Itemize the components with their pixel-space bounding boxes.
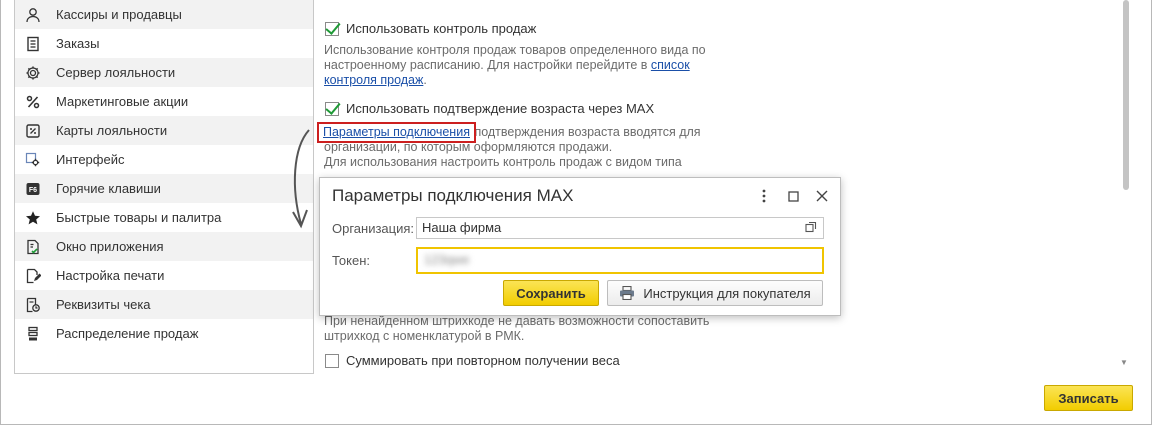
- token-field[interactable]: 123qwe: [416, 247, 824, 274]
- sales-control-checkbox[interactable]: [325, 21, 339, 36]
- age-verification-label: Использовать подтверждение возраста чере…: [346, 101, 655, 116]
- sum-weight-checkbox[interactable]: [325, 353, 339, 368]
- scroll-down-icon[interactable]: ▼: [1120, 358, 1128, 367]
- more-menu-icon[interactable]: [752, 184, 776, 208]
- sales-control-desc-line1: Использование контроля продаж товаров оп…: [324, 43, 706, 57]
- percent-icon: [24, 93, 42, 111]
- sidebar-item-label: Реквизиты чека: [56, 297, 151, 312]
- close-icon[interactable]: [810, 184, 834, 208]
- token-label: Токен:: [332, 253, 371, 268]
- function-key-icon: F6: [24, 180, 42, 198]
- star-icon: [24, 209, 42, 227]
- sidebar-item-label: Карты лояльности: [56, 123, 168, 138]
- sales-control-desc-line2: настроенному расписанию. Для настройки п…: [324, 58, 724, 73]
- sidebar-item-label: Горячие клавиши: [56, 181, 161, 196]
- save-button[interactable]: Сохранить: [503, 280, 599, 306]
- sidebar-item-interface[interactable]: Интерфейс: [15, 145, 313, 174]
- sum-weight-label: Суммировать при повторном получении веса: [346, 353, 620, 368]
- barcode-description: При ненайденном штрихкоде не давать возм…: [324, 314, 744, 344]
- sidebar-item-label: Кассиры и продавцы: [56, 7, 182, 22]
- user-icon: [24, 6, 42, 24]
- sidebar-item-label: Интерфейс: [56, 152, 125, 167]
- customer-instruction-button[interactable]: Инструкция для покупателя: [607, 280, 823, 306]
- organization-field[interactable]: Наша фирма: [416, 217, 824, 239]
- sidebar-item-label: Заказы: [56, 36, 100, 51]
- sidebar-item-print-settings[interactable]: Настройка печати: [15, 261, 313, 290]
- connection-params-dialog: Параметры подключения MAX Организация: Н…: [319, 177, 841, 316]
- sales-control-description: Использование контроля продаж товаров оп…: [324, 43, 724, 88]
- curved-arrow-icon: [292, 129, 310, 229]
- sales-control-list-link-cont[interactable]: контроля продаж: [324, 73, 423, 87]
- customer-instruction-label: Инструкция для покупателя: [643, 285, 811, 301]
- barcode-desc-line1: При ненайденном штрихкоде не давать возм…: [324, 314, 710, 328]
- record-button[interactable]: Записать: [1044, 385, 1133, 411]
- sidebar-item-sales-distribution[interactable]: Распределение продаж: [15, 319, 313, 348]
- interface-gear-icon: [24, 151, 42, 169]
- sidebar-item-orders[interactable]: Заказы: [15, 29, 313, 58]
- sales-control-desc-suffix: .: [423, 73, 427, 87]
- maximize-icon[interactable]: [781, 184, 805, 208]
- printer-icon: [619, 286, 635, 300]
- organization-label: Организация:: [332, 221, 415, 236]
- age-verification-desc-rest: подтверждения возраста вводятся для: [470, 125, 701, 139]
- sidebar-item-app-window[interactable]: Окно приложения: [15, 232, 313, 261]
- sum-weight-toggle[interactable]: Суммировать при повторном получении веса: [325, 353, 620, 368]
- sidebar-item-hotkeys[interactable]: F6 Горячие клавиши: [15, 174, 313, 203]
- sidebar-item-label: Маркетинговые акции: [56, 94, 189, 109]
- svg-text:F6: F6: [29, 187, 37, 194]
- sidebar-item-loyalty-server[interactable]: Сервер лояльности: [15, 58, 313, 87]
- sidebar-item-cashiers[interactable]: Кассиры и продавцы: [15, 0, 313, 29]
- sidebar-item-loyalty-cards[interactable]: Карты лояльности: [15, 116, 313, 145]
- settings-window: Кассиры и продавцы Заказы Сервер лояльно…: [0, 0, 1152, 425]
- sidebar-item-label: Распределение продаж: [56, 326, 199, 341]
- sidebar-item-receipt-details[interactable]: Реквизиты чека: [15, 290, 313, 319]
- document-list-icon: [24, 35, 42, 53]
- open-form-icon[interactable]: [805, 221, 819, 235]
- barcode-desc-line2: штрихкод с номенклатурой в РМК.: [324, 329, 525, 343]
- discount-card-icon: [24, 122, 42, 140]
- app-window-icon: [24, 238, 42, 256]
- sales-distribution-icon: [24, 325, 42, 343]
- sales-control-desc-prefix: настроенному расписанию. Для настройки п…: [324, 58, 651, 72]
- age-verification-toggle[interactable]: Использовать подтверждение возраста чере…: [325, 101, 654, 116]
- sales-control-desc-line3: контроля продаж.: [324, 73, 724, 88]
- print-settings-icon: [24, 267, 42, 285]
- age-verification-desc-line3: Для использования настроить контроль про…: [324, 155, 682, 169]
- sales-control-list-link[interactable]: список: [651, 58, 690, 72]
- gear-icon: [24, 64, 42, 82]
- organization-value: Наша фирма: [422, 220, 502, 235]
- sales-control-label: Использовать контроль продаж: [346, 21, 537, 36]
- sidebar-item-label: Окно приложения: [56, 239, 164, 254]
- main-scrollbar[interactable]: [1123, 0, 1129, 190]
- receipt-details-icon: [24, 296, 42, 314]
- age-verification-checkbox[interactable]: [325, 101, 339, 116]
- connection-params-link[interactable]: Параметры подключения: [317, 122, 476, 143]
- dialog-title: Параметры подключения MAX: [332, 186, 574, 205]
- sidebar-item-label: Быстрые товары и палитра: [56, 210, 222, 225]
- token-value: 123qwe: [424, 252, 470, 267]
- sidebar-item-marketing[interactable]: Маркетинговые акции: [15, 87, 313, 116]
- sidebar-item-label: Настройка печати: [56, 268, 165, 283]
- sidebar-item-quick-goods[interactable]: Быстрые товары и палитра: [15, 203, 313, 232]
- sales-control-toggle[interactable]: Использовать контроль продаж: [325, 21, 536, 36]
- sidebar-item-label: Сервер лояльности: [56, 65, 176, 80]
- settings-sidebar: Кассиры и продавцы Заказы Сервер лояльно…: [14, 0, 314, 374]
